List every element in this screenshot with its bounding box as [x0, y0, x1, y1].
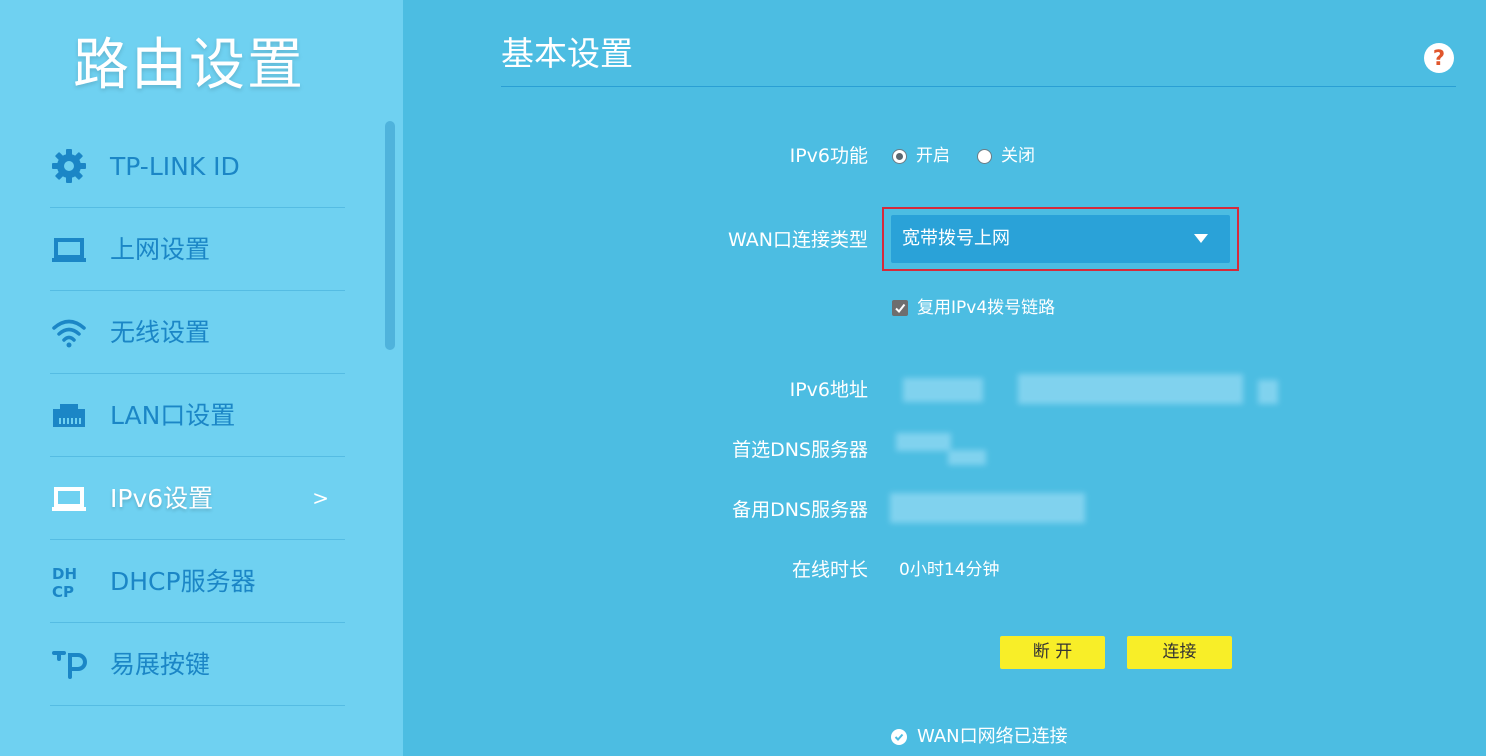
svg-text:DH: DH [52, 565, 77, 583]
radio-label: 关闭 [1001, 146, 1035, 166]
sidebar-item-wireless-settings[interactable]: 无线设置 [50, 291, 345, 374]
tp-mesh-icon [50, 645, 88, 683]
primary-dns-label: 首选DNS服务器 [732, 439, 868, 461]
radio-dot [977, 148, 992, 164]
caret-down-icon [1194, 234, 1208, 243]
wan-status: WAN口网络已连接 [891, 725, 1068, 749]
sidebar-item-lan-settings[interactable]: LAN口设置 [50, 374, 345, 457]
wan-type-label: WAN口连接类型 [728, 229, 868, 251]
sidebar-item-mesh-button[interactable]: 易展按键 [50, 623, 345, 706]
ipv6-off-radio[interactable]: 关闭 [977, 146, 1035, 166]
ipv6-address-label: IPv6地址 [789, 379, 868, 401]
ethernet-port-icon [50, 396, 88, 434]
dhcp-icon: DH CP [50, 562, 88, 600]
wan-type-select[interactable]: 宽带拨号上网 [891, 215, 1230, 263]
sidebar-item-label: TP-LINK ID [110, 152, 240, 181]
sidebar: 路由设置 TP-LINK ID 上网设置 无线设置 LAN口设置 IPv6设置 … [0, 0, 403, 756]
sidebar-item-tp-link-id[interactable]: TP-LINK ID [50, 125, 345, 208]
ipv6-on-radio[interactable]: 开启 [892, 146, 950, 166]
sidebar-item-label: IPv6设置 [110, 484, 214, 513]
radio-dot [892, 148, 907, 164]
reuse-ipv4-label: 复用IPv4拨号链路 [917, 298, 1056, 318]
question-icon[interactable]: ? [1424, 43, 1454, 73]
ipv6-function-label: IPv6功能 [789, 145, 868, 167]
wan-status-text: WAN口网络已连接 [917, 726, 1068, 747]
sidebar-item-label: LAN口设置 [110, 401, 236, 430]
main-panel: 基本设置 ? IPv6功能 开启 关闭 WAN口连接类型 宽带拨号上网 复用IP… [403, 0, 1486, 756]
gear-icon [50, 147, 88, 185]
checkbox-box [892, 300, 908, 316]
sidebar-item-label: 易展按键 [110, 650, 211, 679]
chevron-right-icon: > [312, 486, 329, 510]
app-title: 路由设置 [73, 33, 305, 98]
sidebar-item-ipv6-settings[interactable]: IPv6设置 > [50, 457, 345, 540]
secondary-dns-label: 备用DNS服务器 [732, 499, 868, 521]
reuse-ipv4-checkbox[interactable]: 复用IPv4拨号链路 [892, 298, 1055, 318]
wifi-icon [50, 313, 88, 351]
sidebar-scrollbar[interactable] [385, 121, 395, 350]
laptop-icon [50, 479, 88, 517]
sidebar-item-label: DHCP服务器 [110, 567, 256, 596]
disconnect-button[interactable]: 断 开 [1000, 636, 1105, 669]
check-circle-icon [891, 729, 907, 745]
checkmark-icon [895, 303, 906, 314]
title-divider [501, 86, 1456, 87]
online-time-value: 0小时14分钟 [899, 560, 1000, 580]
connect-button[interactable]: 连接 [1127, 636, 1232, 669]
online-time-label: 在线时长 [791, 559, 868, 581]
laptop-icon [50, 230, 88, 268]
sidebar-item-internet-settings[interactable]: 上网设置 [50, 208, 345, 291]
wan-type-value: 宽带拨号上网 [902, 228, 1010, 249]
sidebar-item-label: 上网设置 [110, 235, 211, 264]
sidebar-item-dhcp-server[interactable]: DH CP DHCP服务器 [50, 540, 345, 623]
sidebar-nav: TP-LINK ID 上网设置 无线设置 LAN口设置 IPv6设置 > DH … [50, 125, 345, 706]
radio-label: 开启 [916, 146, 950, 166]
sidebar-item-label: 无线设置 [110, 318, 211, 347]
svg-text:CP: CP [52, 583, 74, 600]
page-title: 基本设置 [501, 34, 633, 73]
